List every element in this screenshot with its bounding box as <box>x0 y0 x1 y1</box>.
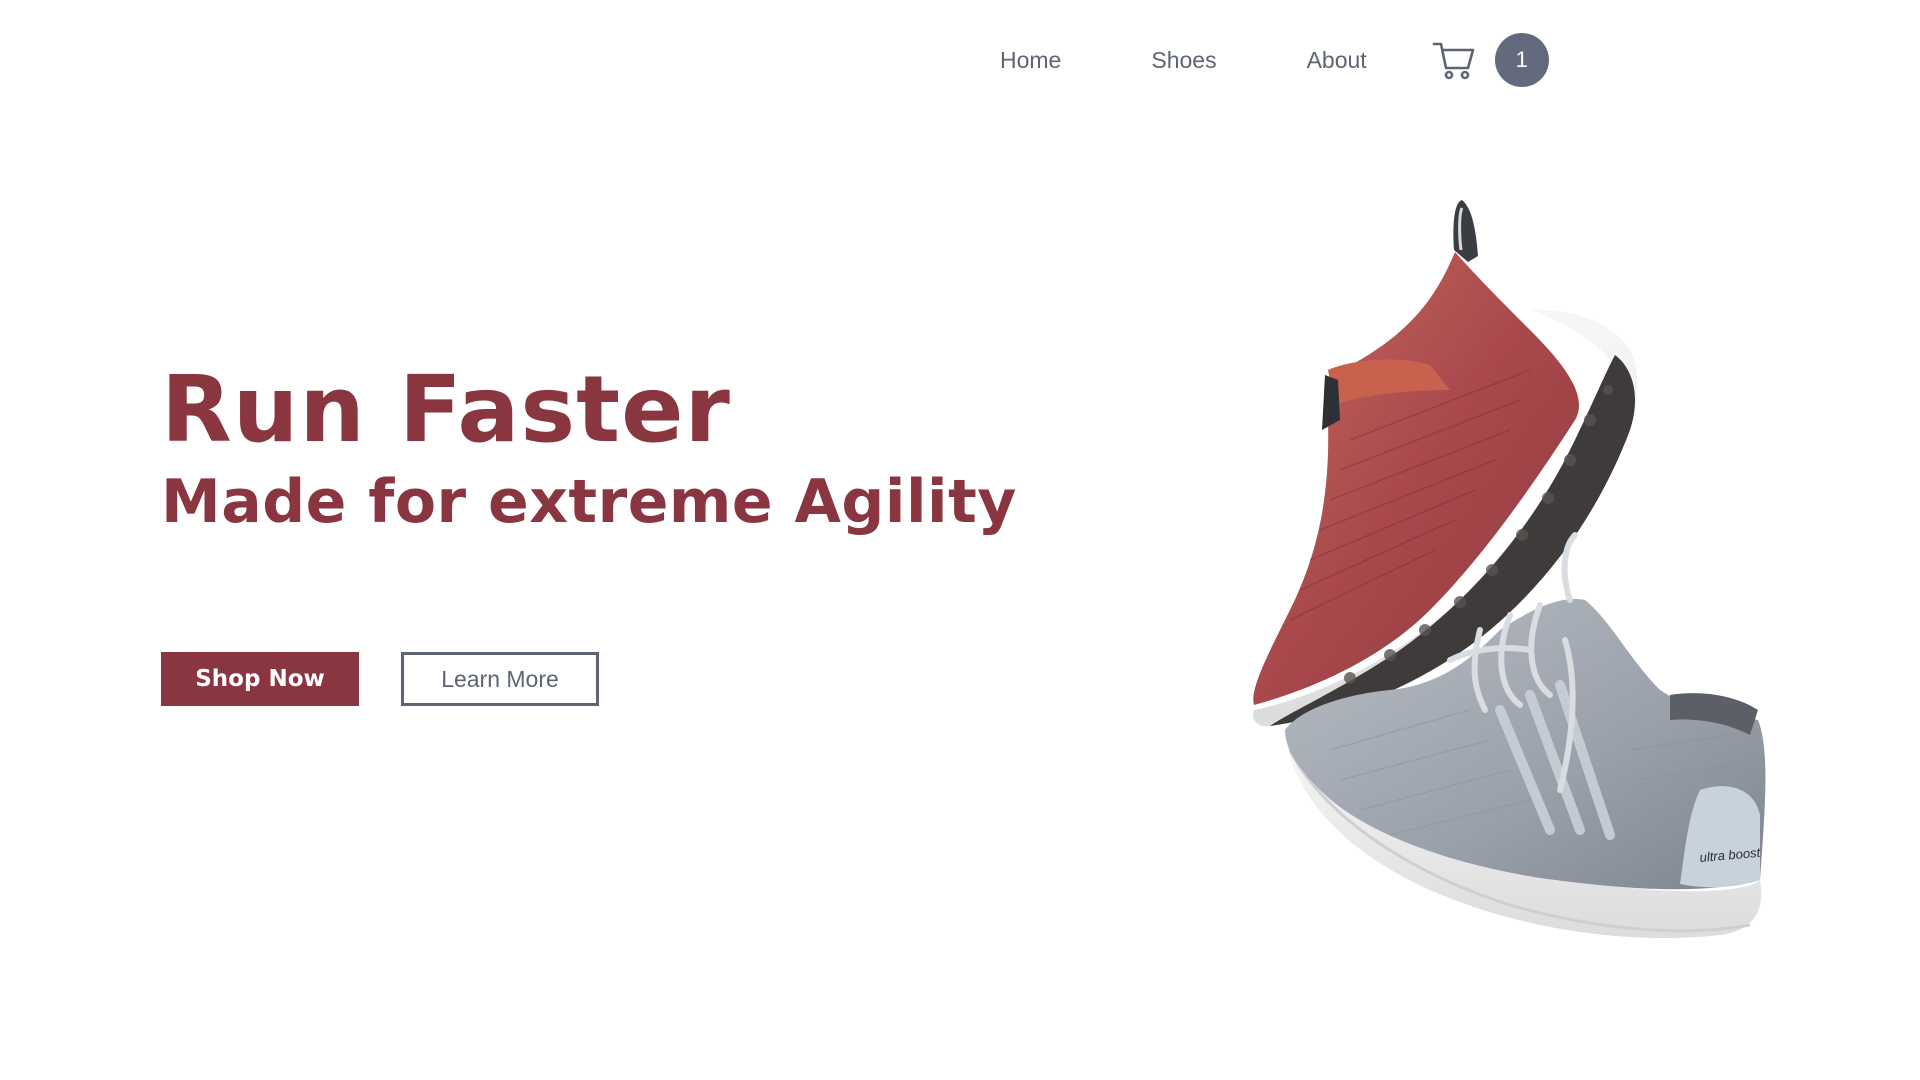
cart-count-badge[interactable]: 1 <box>1494 33 1549 87</box>
product-image: ultra boost <box>1230 190 1790 950</box>
main-nav: Home Shoes About 1 <box>1000 32 1549 88</box>
landing-page: Home Shoes About 1 Run Faster Made for e… <box>0 0 1920 1080</box>
learn-more-button[interactable]: Learn More <box>401 652 599 706</box>
hero-title: Run Faster <box>161 356 731 463</box>
cta-row: Shop Now Learn More <box>161 652 599 706</box>
hero-subtitle: Made for extreme Agility <box>161 467 1017 537</box>
shop-now-button[interactable]: Shop Now <box>161 652 359 706</box>
hero-text: Run Faster Made for extreme Agility <box>161 360 1017 538</box>
cart-icon[interactable] <box>1429 35 1479 85</box>
nav-link-home[interactable]: Home <box>1000 32 1061 88</box>
nav-link-shoes[interactable]: Shoes <box>1151 32 1216 88</box>
sneakers-illustration: ultra boost <box>1252 200 1766 938</box>
nav-link-about[interactable]: About <box>1307 32 1367 88</box>
